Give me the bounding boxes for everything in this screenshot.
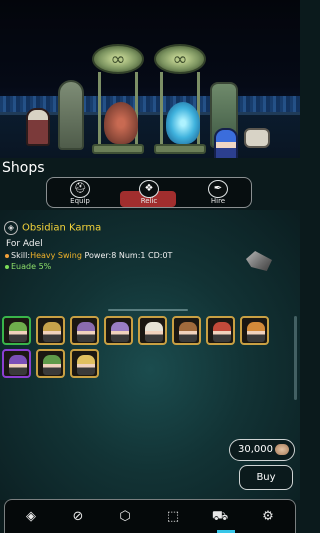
tab-hire[interactable]: ✒ Hire xyxy=(189,178,247,208)
rune-disc-icon xyxy=(92,44,144,74)
player-hero-sprite xyxy=(214,128,238,158)
hero-white-icon xyxy=(145,322,163,342)
coin-icon xyxy=(275,444,289,455)
section-divider xyxy=(108,309,188,311)
hero-slot[interactable] xyxy=(138,316,167,345)
hourglass-glass xyxy=(98,72,138,148)
tab-relic-label: Relic xyxy=(140,197,158,205)
compass-icon[interactable]: ⊘ xyxy=(68,507,88,527)
tab-hire-label: Hire xyxy=(210,197,226,205)
skill-prefix: Skill: xyxy=(11,251,31,260)
hero-slot[interactable] xyxy=(36,316,65,345)
hero-slot[interactable] xyxy=(2,349,31,378)
diamond-icon[interactable]: ◈ xyxy=(21,507,41,527)
blue-hourglass xyxy=(154,44,206,154)
hourglass-glass xyxy=(160,72,200,148)
bottom-nav: ◈ ⊘ ⬡ ⬚ ⛟ ⚙ xyxy=(4,499,296,533)
info-icon[interactable]: ◈ xyxy=(4,221,18,235)
hero-slot[interactable] xyxy=(172,316,201,345)
bullet-dot xyxy=(5,264,9,269)
shop-scene xyxy=(0,0,300,158)
hero-slot[interactable] xyxy=(240,316,269,345)
hero-slot[interactable] xyxy=(70,349,99,378)
red-sand xyxy=(104,102,138,144)
settings-icon[interactable]: ⚙ xyxy=(258,507,278,527)
hero-purple-staff-icon xyxy=(111,322,129,342)
skeleton-merchant-sprite xyxy=(26,108,50,146)
tab-relic[interactable]: ❖ Relic xyxy=(120,178,178,208)
hero-blonde-icon xyxy=(77,355,95,375)
shops-title: Shops xyxy=(2,160,45,176)
blue-sand xyxy=(166,102,200,144)
item-evade-line: Euade 5% xyxy=(5,262,51,271)
skill-name: Heavy Swing xyxy=(30,251,82,260)
hourglass-base xyxy=(154,144,206,154)
evade-stat: Euade 5% xyxy=(11,262,52,271)
cart-icon[interactable]: ⛟ xyxy=(210,507,230,527)
hero-brown-icon xyxy=(179,322,197,342)
price-value: 30,000 xyxy=(238,444,273,455)
helmet-icon: ⛑ xyxy=(70,180,90,198)
hero-green-icon xyxy=(9,322,27,342)
hero-purple-icon xyxy=(77,322,95,342)
hero-slot[interactable] xyxy=(104,316,133,345)
hooded-statue xyxy=(58,80,84,150)
hero-ranger-icon xyxy=(43,355,61,375)
tab-equip-label: Equip xyxy=(70,197,90,205)
price-tag: 30,000 xyxy=(229,439,295,461)
hero-slot[interactable] xyxy=(2,316,31,345)
hero-gold-icon xyxy=(43,322,61,342)
item-name: Obsidian Karma xyxy=(22,222,102,234)
red-hourglass xyxy=(92,44,144,154)
hexagon-icon[interactable]: ⬡ xyxy=(115,507,135,527)
scrollbar[interactable] xyxy=(294,316,297,400)
hero-slot[interactable] xyxy=(36,349,65,378)
bullet-dot xyxy=(5,253,9,258)
hero-orange-icon xyxy=(247,322,265,342)
hero-slot[interactable] xyxy=(206,316,235,345)
bone-pile-sprite xyxy=(244,128,270,148)
item-header: ◈ Obsidian Karma xyxy=(4,221,101,235)
shop-tab-bar: ⛑ Equip ❖ Relic ✒ Hire xyxy=(46,177,252,208)
item-owner: For Adel xyxy=(6,239,43,249)
buy-button[interactable]: Buy xyxy=(239,465,293,490)
hero-red-icon xyxy=(213,322,231,342)
rune-disc-icon xyxy=(154,44,206,74)
hero-slot[interactable] xyxy=(70,316,99,345)
quill-icon: ✒ xyxy=(208,180,228,198)
tab-equip[interactable]: ⛑ Equip xyxy=(51,178,109,208)
relic-gem-icon: ❖ xyxy=(139,180,159,198)
skill-stats: Power:8 Num:1 CD:0T xyxy=(81,251,173,260)
hero-mage-icon xyxy=(9,355,27,375)
item-skill-line: Skill:Heavy Swing Power:8 Num:1 CD:0T xyxy=(5,251,172,260)
hourglass-base xyxy=(92,144,144,154)
box-icon[interactable]: ⬚ xyxy=(163,507,183,527)
